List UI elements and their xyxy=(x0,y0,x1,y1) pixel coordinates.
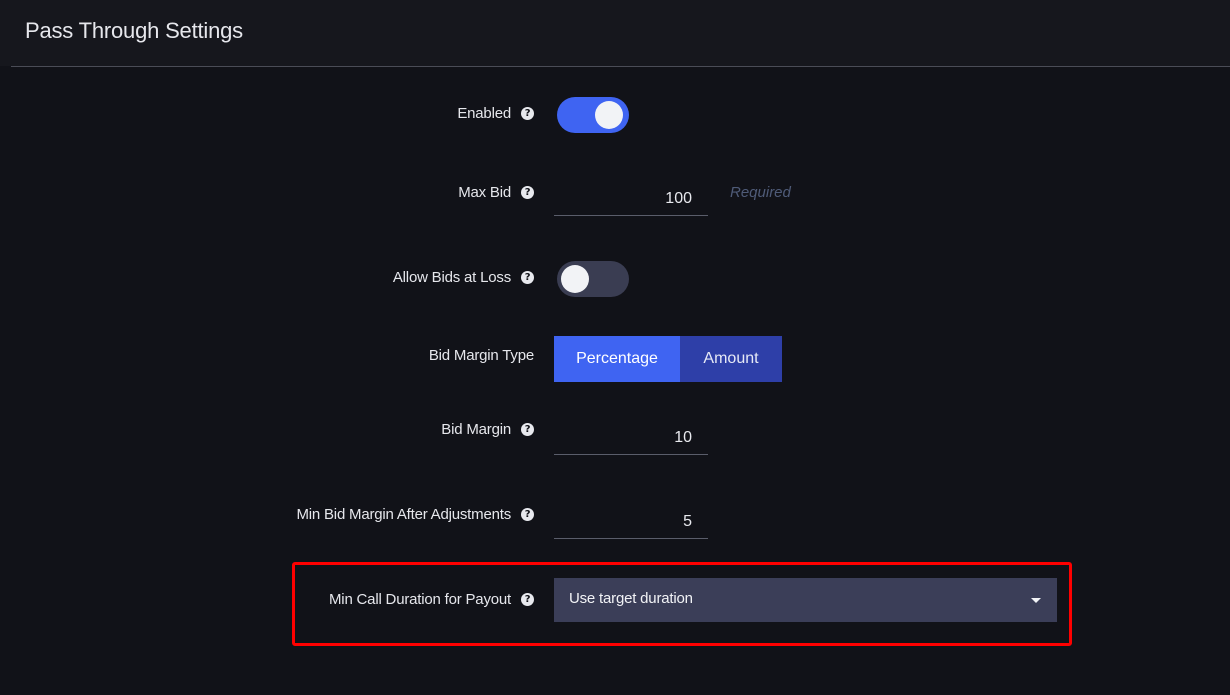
min-bid-margin-label: Min Bid Margin After Adjustments xyxy=(296,506,511,523)
amount-option-button[interactable]: Amount xyxy=(680,336,782,382)
min-call-duration-label: Min Call Duration for Payout xyxy=(329,591,511,608)
bid-margin-type-segmented-control: Percentage Amount xyxy=(554,336,782,382)
select-value: Use target duration xyxy=(569,590,693,607)
enabled-label-row: Enabled ? xyxy=(457,105,534,122)
help-icon[interactable]: ? xyxy=(521,271,534,284)
min-call-duration-select[interactable]: Use target duration xyxy=(554,578,1057,622)
help-icon[interactable]: ? xyxy=(521,186,534,199)
min-call-duration-label-row: Min Call Duration for Payout ? xyxy=(329,591,534,608)
min-bid-margin-input[interactable] xyxy=(554,505,708,539)
max-bid-input[interactable] xyxy=(554,182,708,216)
help-icon[interactable]: ? xyxy=(521,423,534,436)
section-divider xyxy=(11,66,1230,67)
section-title: Pass Through Settings xyxy=(25,18,243,43)
enabled-label: Enabled xyxy=(457,105,511,122)
toggle-knob xyxy=(561,265,589,293)
allow-bids-at-loss-label: Allow Bids at Loss xyxy=(392,269,511,286)
required-hint: Required xyxy=(730,184,791,201)
section-header: Pass Through Settings xyxy=(0,0,1230,66)
pass-through-settings-panel: Pass Through Settings Enabled ? Max Bid … xyxy=(0,0,1230,695)
caret-down-icon xyxy=(1031,598,1041,603)
bid-margin-type-label-row: Bid Margin Type xyxy=(429,347,534,364)
bid-margin-type-label: Bid Margin Type xyxy=(428,347,534,364)
max-bid-label: Max Bid xyxy=(458,184,511,201)
allow-bids-at-loss-label-row: Allow Bids at Loss ? xyxy=(393,269,534,286)
bid-margin-label-row: Bid Margin ? xyxy=(441,421,534,438)
min-bid-margin-label-row: Min Bid Margin After Adjustments ? xyxy=(296,506,534,523)
help-icon[interactable]: ? xyxy=(521,593,534,606)
percentage-option-button[interactable]: Percentage xyxy=(554,336,680,382)
bid-margin-label: Bid Margin xyxy=(441,421,511,438)
help-icon[interactable]: ? xyxy=(521,508,534,521)
help-icon[interactable]: ? xyxy=(521,107,534,120)
bid-margin-input[interactable] xyxy=(554,421,708,455)
toggle-knob xyxy=(595,101,623,129)
max-bid-label-row: Max Bid ? xyxy=(458,184,534,201)
allow-bids-at-loss-toggle[interactable] xyxy=(557,261,629,297)
enabled-toggle[interactable] xyxy=(557,97,629,133)
